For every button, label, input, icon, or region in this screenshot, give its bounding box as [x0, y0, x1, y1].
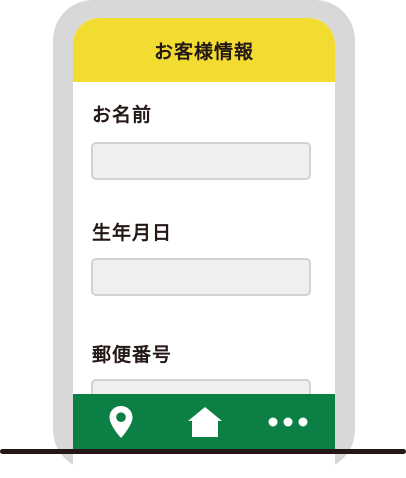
bottom-tab-bar: [73, 394, 335, 449]
name-input[interactable]: [91, 142, 311, 180]
page-title: お客様情報: [153, 40, 254, 63]
more-icon: [268, 417, 308, 426]
tab-location[interactable]: [97, 394, 145, 449]
name-label: お名前: [92, 104, 153, 126]
home-icon: [188, 406, 222, 437]
postal-code-label: 郵便番号: [92, 344, 173, 366]
tab-more[interactable]: [261, 394, 315, 449]
location-pin-icon: [109, 405, 133, 438]
base-line: [0, 449, 406, 454]
birthdate-label: 生年月日: [92, 222, 173, 244]
app-header: お客様情報: [73, 18, 335, 82]
tab-home[interactable]: [180, 394, 230, 449]
birthdate-input[interactable]: [91, 258, 311, 296]
